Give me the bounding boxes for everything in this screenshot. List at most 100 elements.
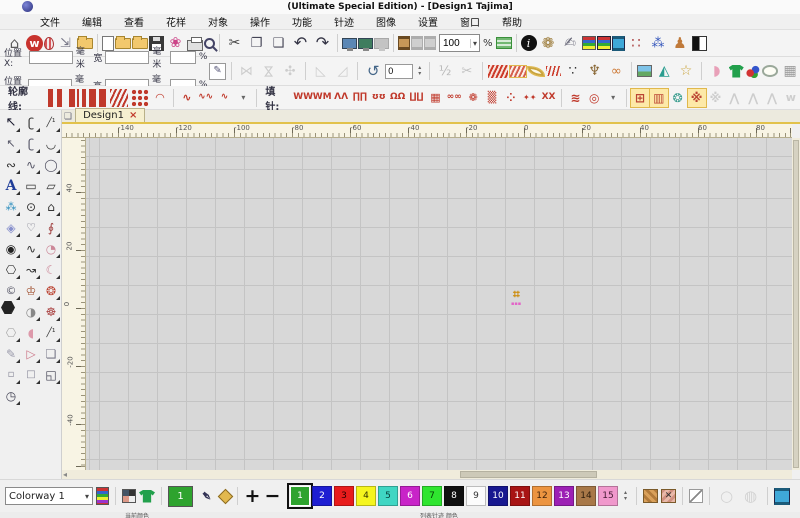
arc-pink-tool[interactable]: ◖ — [21, 322, 41, 343]
effect-wave-icon[interactable]: w — [782, 89, 800, 107]
swatch-1[interactable]: 1 — [290, 486, 310, 506]
fish-motif-icon[interactable]: ∞ — [606, 61, 626, 82]
color-film-icon[interactable] — [582, 36, 596, 50]
colorway-select[interactable]: Colorway 1 ▾ — [5, 487, 93, 505]
star-icon[interactable]: ☆ — [676, 61, 696, 82]
skew-left-icon[interactable]: ◺ — [311, 61, 331, 82]
ring-pink-tool[interactable]: ◔ — [41, 238, 61, 259]
thread-bar-icon[interactable] — [96, 487, 109, 505]
design-notes-icon[interactable]: ✍ — [560, 33, 581, 54]
outline-dash-icon[interactable] — [48, 89, 66, 107]
menu-operate[interactable]: 操作 — [246, 14, 274, 29]
applique-icon[interactable]: ◗ — [707, 61, 727, 82]
no-background-icon[interactable] — [689, 489, 703, 503]
hexagon-fill-tool[interactable] — [1, 301, 15, 314]
swatch-11[interactable]: 11 — [510, 486, 530, 506]
scale-cut-icon[interactable]: ✂ — [457, 61, 477, 82]
travel-fwd-icon[interactable] — [424, 36, 436, 50]
stitch-player-icon[interactable] — [398, 36, 410, 50]
crown-tool[interactable]: ♔ — [21, 280, 41, 301]
fill-chain-icon[interactable]: ΩΩ — [389, 89, 407, 107]
zoom-input[interactable] — [440, 38, 470, 49]
swatch-7[interactable]: 7 — [422, 486, 442, 506]
fill-cross-icon[interactable]: XX — [540, 89, 558, 107]
closed-shape-tool[interactable]: ⌂ — [41, 196, 61, 217]
cut-icon[interactable]: ✂ — [224, 33, 245, 54]
outline-dashdot-icon[interactable] — [69, 89, 87, 107]
fill-diamond-icon[interactable]: ⁘ — [502, 89, 520, 107]
flexi-split-tool[interactable]: ◈ — [1, 217, 21, 238]
width-pct-input[interactable] — [170, 51, 196, 64]
basic-shapes-tool[interactable]: ♡ — [21, 217, 41, 238]
zoom-1x-tool[interactable]: ◷ — [1, 385, 21, 406]
vertical-scrollbar[interactable] — [792, 138, 800, 470]
ellipse-cd-tool[interactable]: ⊙ — [21, 196, 41, 217]
design-info-icon[interactable]: i — [521, 35, 537, 51]
effect-rays-icon[interactable]: ※ — [688, 89, 706, 107]
fill-more-icon[interactable]: ▾ — [604, 89, 622, 107]
squiggle-tool[interactable]: ↝ — [21, 259, 41, 280]
freehand-tool[interactable]: ∿ — [21, 238, 41, 259]
stitch-dots-icon[interactable]: ∷ — [626, 33, 647, 54]
stamp-icon[interactable]: ♟ — [670, 33, 691, 54]
satin-fill-icon[interactable] — [488, 65, 509, 78]
spool-icon[interactable] — [612, 36, 625, 51]
vertical-scroll-thumb[interactable] — [793, 140, 799, 468]
skew-right-icon[interactable]: ◿ — [333, 61, 353, 82]
design-origin-marker[interactable]: ⌗ — [513, 288, 520, 300]
effect-grid-icon[interactable]: ⊞ — [631, 89, 649, 107]
fill-tatami-icon[interactable]: WW — [294, 89, 312, 107]
zoom-dropdown-arrow[interactable]: ▾ — [470, 39, 479, 48]
swatch-5[interactable]: 5 — [378, 486, 398, 506]
scale-lock-icon[interactable]: ✎ — [209, 63, 225, 80]
effect-peak3-icon[interactable]: ⋀ — [763, 89, 781, 107]
spiral-tool[interactable]: © — [1, 280, 21, 301]
background-grid-icon[interactable]: ▦ — [780, 61, 800, 82]
design-canvas[interactable]: ⌗ ▪▪▪ — [86, 138, 792, 470]
select-tool[interactable]: ↖ — [1, 112, 21, 133]
overview-window-icon[interactable] — [496, 37, 512, 49]
ribbon-tool[interactable]: ∮ — [41, 217, 61, 238]
pen-tool[interactable]: ✎ — [1, 343, 21, 364]
dot-square-tool[interactable]: ▫ — [1, 364, 21, 385]
fabric2-icon[interactable]: ✕ — [661, 489, 676, 503]
scroll-left-icon[interactable]: ◂ — [63, 470, 67, 479]
swatch-15[interactable]: 15 — [598, 486, 618, 506]
menu-design[interactable]: 花样 — [162, 14, 190, 29]
wave-zigzag-icon[interactable]: ∿∿ — [197, 89, 215, 107]
branching-icon[interactable]: ♆ — [585, 61, 605, 82]
colorway-balls-icon[interactable] — [746, 65, 760, 78]
swatch-10[interactable]: 10 — [488, 486, 508, 506]
wheel2-tool[interactable]: ☸ — [41, 301, 61, 322]
fabric1-icon[interactable] — [643, 489, 658, 503]
horizontal-scrollbar[interactable]: ◂ — [62, 470, 792, 479]
fill-contour-icon[interactable]: ∏∏ — [351, 89, 369, 107]
effect-dot-circle-icon[interactable]: ❂ — [669, 89, 687, 107]
fill-run-icon[interactable] — [546, 66, 561, 76]
product-view-icon[interactable] — [139, 490, 155, 503]
triangle-tool[interactable]: ▷ — [21, 343, 41, 364]
colorway-dropdown-arrow[interactable]: ▾ — [85, 492, 89, 501]
fill-noise-icon[interactable]: ▒ — [483, 89, 501, 107]
tab-design1[interactable]: Design1 × — [75, 108, 145, 122]
freeline-tool[interactable]: ∿ — [21, 154, 41, 175]
arc-tool[interactable]: ◡ — [41, 133, 61, 154]
menu-function[interactable]: 功能 — [288, 14, 316, 29]
effect-texture-icon[interactable]: ▥ — [650, 89, 668, 107]
target-tool[interactable]: ◉ — [1, 238, 21, 259]
swatch-8[interactable]: 8 — [444, 486, 464, 506]
pac-tool[interactable]: ◑ — [21, 301, 41, 322]
travel-back-icon[interactable] — [411, 36, 423, 50]
menu-settings[interactable]: 设置 — [414, 14, 442, 29]
ring-icon[interactable]: ○ — [716, 486, 737, 507]
zoom-box-tool[interactable]: ◱ — [41, 364, 61, 385]
pos-x-input[interactable] — [29, 51, 73, 64]
palette-spinner[interactable]: ▴▾ — [624, 490, 627, 502]
effect-peak1-icon[interactable]: ⋀ — [725, 89, 743, 107]
swatch-14[interactable]: 14 — [576, 486, 596, 506]
swatch-4[interactable]: 4 — [356, 486, 376, 506]
swatch-3[interactable]: 3 — [334, 486, 354, 506]
rotate-input[interactable] — [385, 64, 413, 79]
redo-icon[interactable]: ↷ — [312, 33, 333, 54]
menu-file[interactable]: 文件 — [36, 14, 64, 29]
